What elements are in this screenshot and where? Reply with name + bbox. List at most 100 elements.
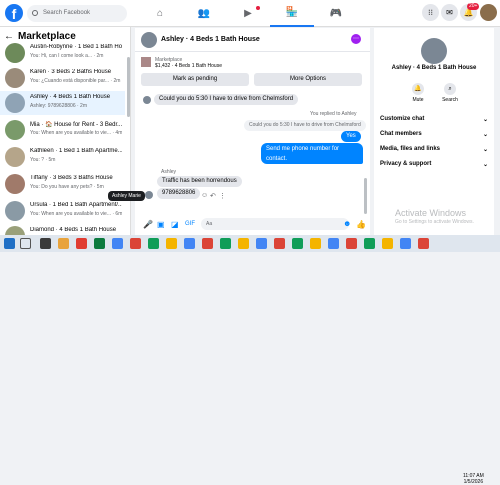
messenger-icon[interactable]: ✉ (441, 4, 458, 21)
conversation-name: Karen · 3 Beds 2 Baths House (30, 69, 112, 75)
chrome-icon[interactable] (400, 238, 411, 249)
chrome-icon[interactable] (238, 238, 249, 249)
message-line: I will contact you (266, 166, 311, 172)
gif-icon[interactable]: GIF (185, 221, 195, 227)
more-info-icon[interactable]: ⋯ (351, 34, 361, 44)
message-incoming[interactable]: Could you do 5:30 I have to drive from C… (154, 94, 299, 105)
video-nav-icon[interactable]: ▶ (226, 0, 270, 27)
message-incoming[interactable]: 9789628806 (157, 188, 201, 199)
avatar (5, 147, 25, 167)
chrome-icon[interactable] (184, 238, 195, 249)
home-nav-icon[interactable]: ⌂ (138, 0, 182, 27)
task-view-icon[interactable] (40, 238, 51, 249)
chrome-icon[interactable] (346, 238, 357, 249)
tooltip: Ashley Marie (108, 191, 145, 201)
search-conversation-button[interactable]: ⌕ Search (437, 83, 463, 103)
message-input[interactable]: Aa (201, 218, 349, 230)
system-clock[interactable]: 11:07 AM 1/5/2026 (463, 473, 484, 485)
chrome-icon[interactable] (130, 238, 141, 249)
chrome-icon[interactable] (310, 238, 321, 249)
reply-icon[interactable]: ↶ (210, 192, 216, 200)
image-icon[interactable]: ▣ (157, 220, 165, 229)
conversation-item-selected[interactable]: Ashley · 4 Beds 1 Bath House Ashley: 978… (0, 91, 125, 115)
conversation-item[interactable]: Kathleen · 1 Bed 1 Bath Apartme... You: … (0, 145, 125, 169)
chrome-icon[interactable] (166, 238, 177, 249)
chat-header: Ashley · 4 Beds 1 Bath House ⋯ (135, 28, 370, 52)
message-incoming[interactable]: Traffic has been horrendous (157, 176, 242, 187)
chrome-icon[interactable] (364, 238, 375, 249)
microphone-icon[interactable]: 🎤 (143, 220, 153, 229)
message-outgoing[interactable]: Send me phone number for contact. I will… (261, 143, 363, 172)
quoted-message[interactable]: Could you do 5:30 I have to drive from C… (244, 120, 366, 131)
conversation-preview: You: ? · 5m (30, 157, 56, 163)
gaming-nav-icon[interactable]: 🎮 (314, 0, 358, 27)
chrome-icon[interactable] (274, 238, 285, 249)
conversation-preview: You: Hi, can I come look a... · 2m (30, 53, 104, 59)
chrome-icon[interactable] (112, 238, 123, 249)
sticker-icon[interactable]: ◪ (171, 220, 179, 229)
emoji-icon[interactable]: ☻ (343, 219, 351, 228)
activate-windows-subtext: Go to Settings to activate Windows. (395, 219, 474, 225)
chat-title[interactable]: Ashley · 4 Beds 1 Bath House (161, 36, 260, 43)
app-icon[interactable] (76, 238, 87, 249)
more-actions-icon[interactable]: ⋮ (219, 192, 226, 200)
message-line: Send me phone number for contact. (266, 146, 340, 162)
conversation-item[interactable]: Diamond · 4 Beds 1 Bath House (0, 224, 125, 235)
chrome-icon[interactable] (256, 238, 267, 249)
avatar[interactable] (421, 38, 447, 64)
top-nav-bar: f Search Facebook ⌂ 👥 ▶ 🏪 🎮 ⁝⁝ ✉ 🔔 20+ (0, 0, 500, 27)
chrome-icon[interactable] (328, 238, 339, 249)
app-icon[interactable] (94, 238, 105, 249)
conversation-name: Kathleen · 1 Bed 1 Bath Apartme... (30, 148, 122, 154)
privacy-support-section[interactable]: Privacy & support ⌄ (380, 161, 488, 168)
chrome-icon[interactable] (418, 238, 429, 249)
avatar (5, 68, 25, 88)
avatar (143, 96, 151, 104)
conversation-item[interactable]: Ursula · 1 Bed 1 Bath Apartment/... You:… (0, 199, 125, 223)
chat-members-section[interactable]: Chat members ⌄ (380, 131, 488, 138)
more-options-button[interactable]: More Options (254, 73, 362, 86)
friends-nav-icon[interactable]: 👥 (182, 0, 226, 27)
conversation-item[interactable]: Tiffany · 3 Beds 3 Baths House You: Do y… (0, 172, 125, 196)
conversation-name: Ursula · 1 Bed 1 Bath Apartment/... (30, 202, 122, 208)
facebook-logo[interactable]: f (5, 4, 23, 22)
conversation-item[interactable]: Austin-Robynne · 1 Bed 1 Bath House You:… (0, 41, 125, 65)
chrome-icon[interactable] (148, 238, 159, 249)
search-input[interactable]: Search Facebook (27, 5, 127, 22)
conversation-name: Diamond · 4 Beds 1 Bath House (30, 227, 117, 233)
conversation-name: Tiffany · 3 Beds 3 Baths House (30, 175, 113, 181)
chat-scrollbar[interactable] (364, 178, 367, 214)
like-icon[interactable]: 👍 (356, 220, 366, 229)
file-explorer-icon[interactable] (58, 238, 69, 249)
conversation-name: Austin-Robynne · 1 Bed 1 Bath House (30, 44, 122, 50)
activate-windows-watermark: Activate Windows (395, 208, 467, 218)
conversation-preview: You: Do you have any pets? · 5m (30, 184, 104, 190)
marketplace-nav-icon[interactable]: 🏪 (270, 0, 314, 27)
conversation-item[interactable]: Mia · 🏠 House for Rent - 3 Bedr... You: … (0, 118, 125, 142)
menu-grid-icon[interactable]: ⁝⁝ (422, 4, 439, 21)
conversation-preview: Ashley: 9789628806 · 2m (30, 103, 87, 109)
search-placeholder: Search Facebook (43, 10, 91, 16)
chrome-icon[interactable] (220, 238, 231, 249)
info-name: Ashley · 4 Beds 1 Bath House (391, 65, 477, 71)
media-files-links-section[interactable]: Media, files and links ⌄ (380, 146, 488, 153)
list-scrollbar[interactable] (127, 57, 130, 117)
avatar[interactable] (141, 32, 157, 48)
windows-start-icon[interactable] (4, 238, 15, 249)
message-composer: 🎤 ▣ ◪ GIF Aa ☻ 👍 (135, 214, 370, 235)
message-outgoing[interactable]: Yes (341, 131, 361, 142)
listing-thumbnail[interactable] (141, 57, 151, 67)
react-icon[interactable]: ☺ (201, 192, 208, 199)
search-icon: ⌕ (444, 83, 456, 95)
search-icon[interactable] (20, 238, 31, 249)
section-label: Customize chat (380, 116, 425, 122)
chrome-icon[interactable] (382, 238, 393, 249)
conversation-item[interactable]: Karen · 3 Beds 2 Baths House You: ¿Cuand… (0, 66, 125, 90)
mute-button[interactable]: 🔔 Mute (405, 83, 431, 103)
chrome-icon[interactable] (202, 238, 213, 249)
customize-chat-section[interactable]: Customize chat ⌄ (380, 116, 488, 123)
listing-detail[interactable]: $1,432 · 4 Beds 1 Bath House (155, 63, 222, 69)
chrome-icon[interactable] (292, 238, 303, 249)
account-avatar[interactable] (480, 4, 497, 21)
mark-as-pending-button[interactable]: Mark as pending (141, 73, 249, 86)
